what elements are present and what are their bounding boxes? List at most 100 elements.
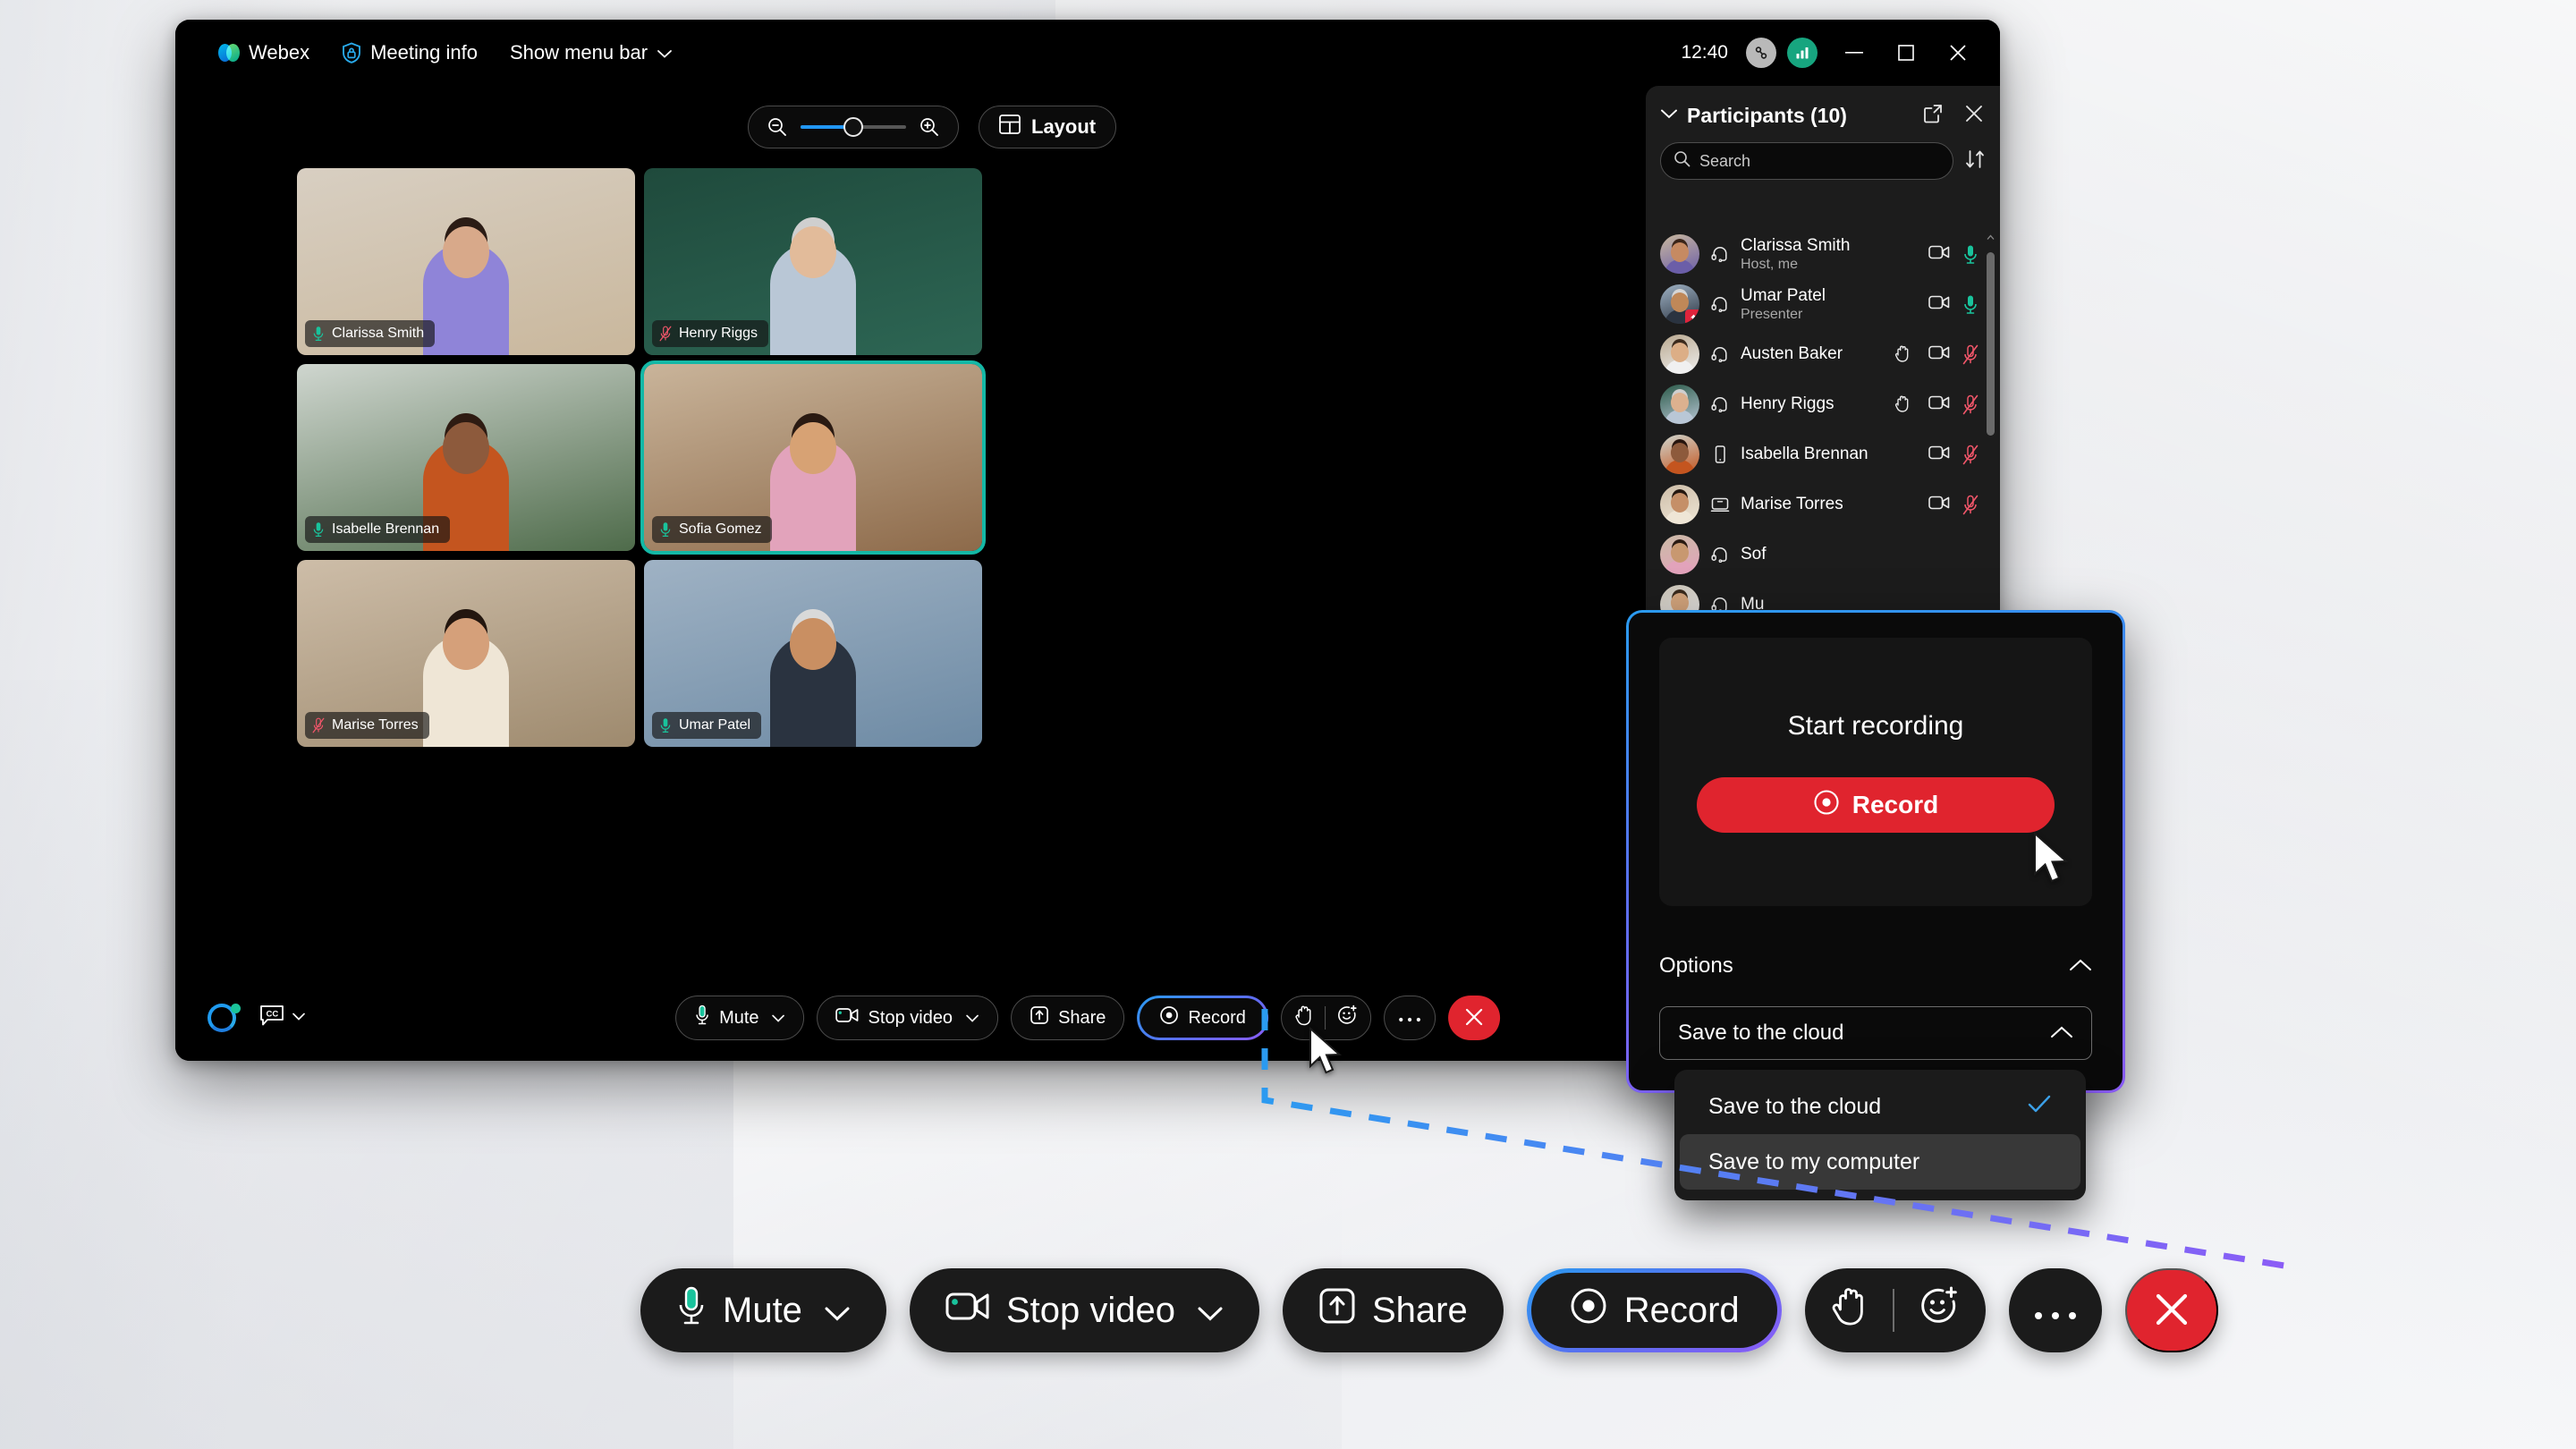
raise-hand-icon [1894, 344, 1914, 364]
avatar [1660, 284, 1699, 324]
callout-leave-meeting-button[interactable] [2124, 1268, 2218, 1352]
callout-share-button[interactable]: Share [1282, 1268, 1504, 1352]
reactions-group [1280, 996, 1371, 1040]
window-minimize-button[interactable] [1828, 30, 1880, 76]
callout-more-options-button[interactable] [2008, 1268, 2102, 1352]
panel-popout-icon[interactable] [1923, 104, 1943, 128]
scrollbar-thumb[interactable] [1987, 252, 1995, 436]
window-close-button[interactable] [1932, 30, 1984, 76]
stop-video-button-label: Stop video [868, 1007, 953, 1028]
record-icon [1159, 1005, 1179, 1030]
save-location-option[interactable]: Save to my computer [1680, 1134, 2080, 1190]
center-controls: Mute Stop video Share Record [675, 996, 1500, 1040]
search-placeholder: Search [1699, 151, 1751, 170]
video-tile[interactable]: Sofia Gomez [640, 360, 986, 555]
zoom-in-icon[interactable] [919, 116, 940, 138]
chevron-down-icon[interactable] [824, 1291, 851, 1331]
participant-row[interactable]: Sof [1646, 530, 2000, 580]
raise-hand-icon[interactable] [1832, 1285, 1869, 1335]
microphone-muted-icon [312, 717, 325, 733]
microphone-muted-icon[interactable] [1962, 495, 1982, 515]
callout-mute-button[interactable]: Mute [640, 1268, 886, 1352]
webex-app-menu[interactable]: Webex [202, 34, 326, 72]
video-camera-icon[interactable] [1928, 244, 1950, 264]
video-camera-icon[interactable] [1928, 344, 1950, 364]
save-location-option-label: Save to the cloud [1708, 1093, 1882, 1119]
participant-name: Umar Patel [1741, 285, 1826, 305]
video-camera-icon[interactable] [1928, 394, 1950, 414]
microphone-muted-icon[interactable] [1962, 344, 1982, 365]
participant-row[interactable]: Marise Torres [1646, 479, 2000, 530]
microphone-icon [659, 521, 672, 538]
callout-share-label: Share [1371, 1290, 1468, 1330]
network-quality-icon[interactable] [1787, 38, 1818, 68]
closed-captions-button[interactable]: CC [259, 1004, 306, 1032]
reactions-icon[interactable] [1336, 1004, 1358, 1031]
video-tile[interactable]: Marise Torres [297, 560, 635, 747]
video-tile[interactable]: Clarissa Smith [297, 168, 635, 355]
avatar [1660, 435, 1699, 474]
participant-row[interactable]: Isabella Brennan [1646, 429, 2000, 479]
mute-button[interactable]: Mute [675, 996, 805, 1040]
presenter-badge [1685, 309, 1699, 324]
stop-video-button[interactable]: Stop video [817, 996, 999, 1040]
search-input[interactable]: Search [1660, 142, 1953, 180]
video-camera-icon [945, 1289, 990, 1332]
chevron-down-icon[interactable] [1197, 1291, 1224, 1331]
raise-hand-icon[interactable] [1294, 1004, 1314, 1031]
stage-top-controls: Layout [748, 106, 1117, 148]
ai-assistant-icon[interactable] [208, 1004, 241, 1032]
callout-record-button[interactable]: Record [1526, 1268, 1782, 1352]
leave-meeting-button[interactable] [1447, 996, 1500, 1040]
participant-head [790, 618, 836, 670]
layout-button[interactable]: Layout [979, 106, 1117, 148]
microphone-muted-icon[interactable] [1962, 394, 1982, 415]
options-section-toggle[interactable]: Options [1659, 944, 2092, 988]
video-tile[interactable]: Isabelle Brennan [297, 364, 635, 551]
mute-chevron-icon[interactable] [772, 1008, 786, 1029]
microphone-icon [694, 1004, 710, 1031]
show-menu-bar-button[interactable]: Show menu bar [494, 34, 689, 72]
zoom-slider[interactable] [801, 117, 906, 137]
participant-row[interactable]: Clarissa Smith Host, me [1646, 229, 2000, 279]
reactions-icon[interactable] [1918, 1285, 1959, 1335]
participant-row[interactable]: Henry Riggs [1646, 379, 2000, 429]
microphone-icon[interactable] [1962, 244, 1982, 264]
video-camera-icon[interactable] [1928, 495, 1950, 514]
sort-participants-icon[interactable] [1964, 148, 1986, 174]
record-button-label: Record [1188, 1007, 1246, 1028]
share-button[interactable]: Share [1011, 996, 1125, 1040]
device-headset-icon [1710, 294, 1730, 314]
callout-stop-video-button[interactable]: Stop video [909, 1268, 1259, 1352]
meeting-info-button[interactable]: Meeting info [326, 34, 494, 72]
participant-row[interactable]: Austen Baker [1646, 329, 2000, 379]
panel-collapse-icon[interactable] [1660, 108, 1678, 124]
window-maximize-button[interactable] [1880, 30, 1932, 76]
video-tile[interactable]: Umar Patel [644, 560, 982, 747]
video-camera-icon[interactable] [1928, 445, 1950, 464]
participant-row[interactable]: Umar Patel Presenter [1646, 279, 2000, 329]
video-chevron-icon[interactable] [965, 1008, 979, 1029]
share-screen-icon [1030, 1005, 1049, 1030]
microphone-icon[interactable] [1962, 294, 1982, 314]
tile-participant-name: Henry Riggs [679, 326, 758, 341]
participants-panel-header: Participants (10) [1646, 86, 2000, 133]
record-button[interactable]: Record [1137, 996, 1268, 1040]
title-bar-left: Webex Meeting info Show menu bar [175, 34, 689, 72]
zoom-control[interactable] [748, 106, 959, 148]
participant-head [443, 422, 489, 474]
zoom-out-icon[interactable] [767, 116, 788, 138]
video-tile[interactable]: Henry Riggs [644, 168, 982, 355]
panel-close-icon[interactable] [1964, 104, 1984, 128]
more-options-button[interactable] [1383, 996, 1436, 1040]
video-camera-icon[interactable] [1928, 294, 1950, 314]
scroll-up-icon[interactable] [1987, 233, 1995, 243]
connection-link-icon[interactable] [1746, 38, 1776, 68]
microphone-icon [312, 521, 325, 538]
save-location-select[interactable]: Save to the cloud [1659, 1006, 2092, 1060]
record-confirm-button[interactable]: Record [1697, 777, 2055, 833]
save-location-option[interactable]: Save to the cloud [1680, 1079, 2080, 1134]
zoom-slider-handle[interactable] [843, 117, 863, 137]
microphone-muted-icon[interactable] [1962, 445, 1982, 465]
record-icon [1813, 789, 1840, 822]
